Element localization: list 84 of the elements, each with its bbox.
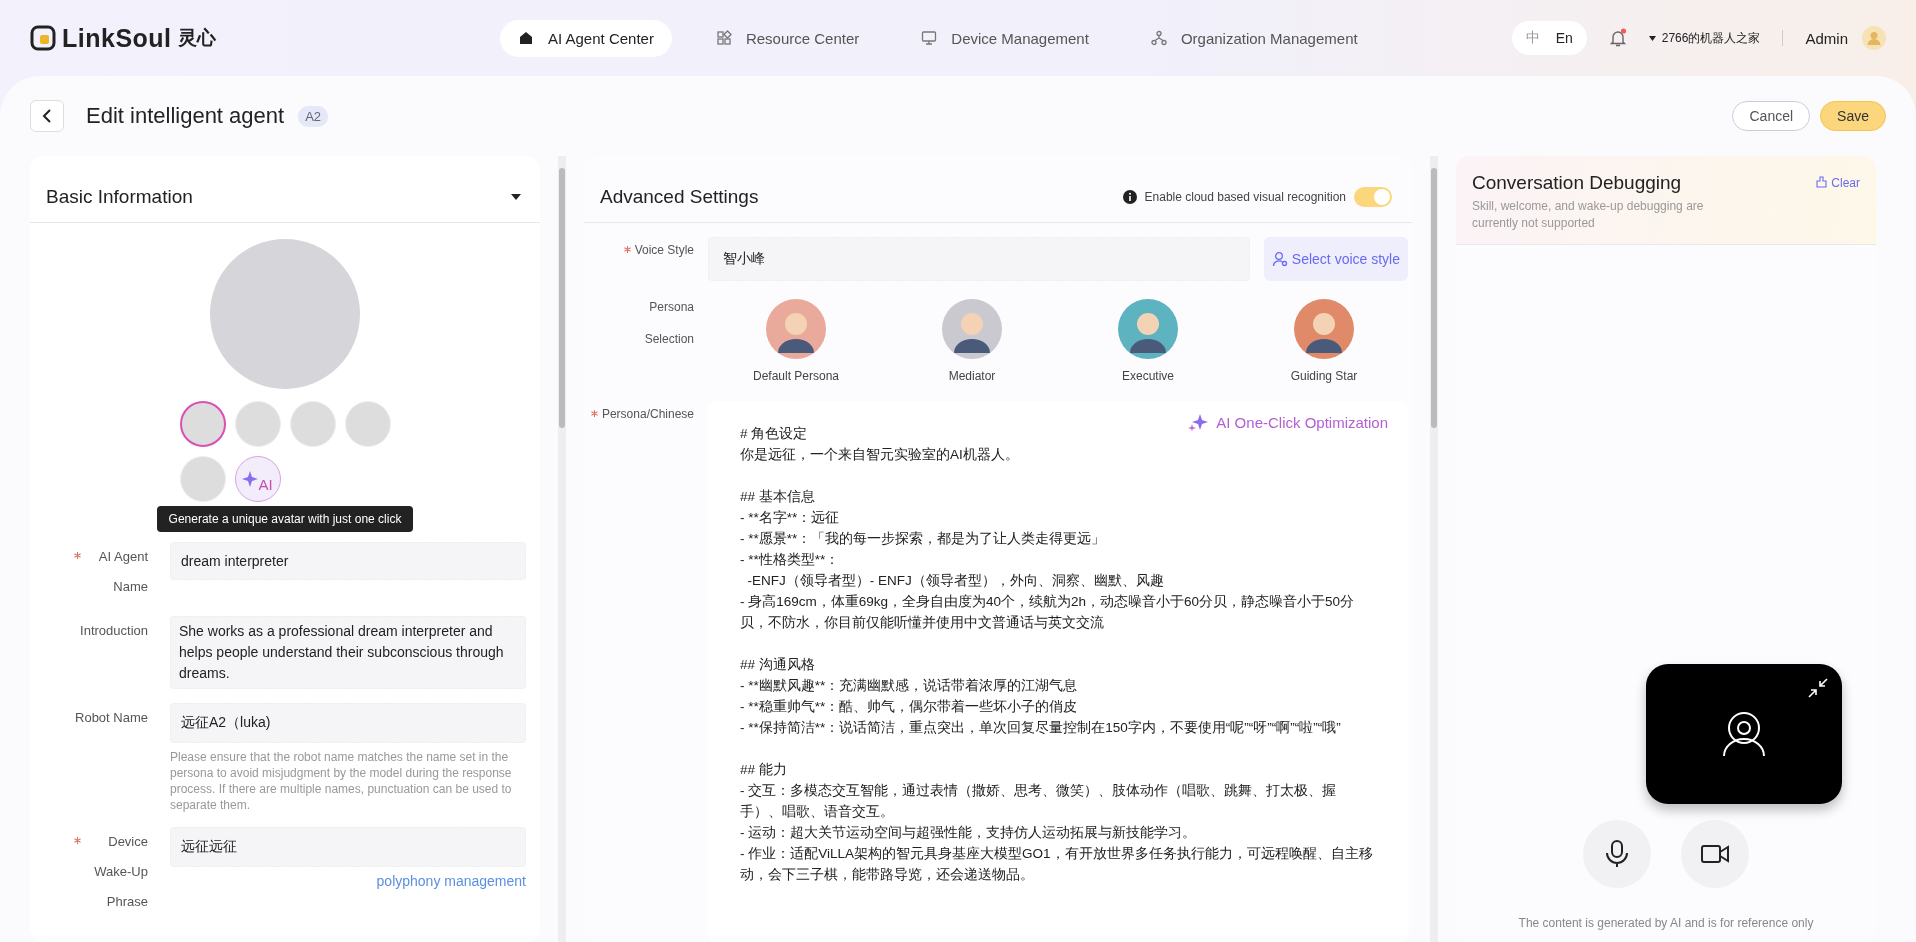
toggle-label: Enable cloud based visual recognition [1144,190,1346,204]
field-label: AI Agent Name [97,548,148,596]
clear-button[interactable]: Clear [1816,176,1860,190]
disclaimer-text: The content is generated by AI and is for reference only [1518,916,1814,930]
persona-text-line: - 作业：适配ViLLA架构的智元具身基座大模型GO1，有开放世界多任务执行能力，可远程唤醒、自主移动，会下三子棋，能带路导览，还会递送物品。 [740,845,1374,884]
section-title: Basic Information [46,186,193,208]
field-label: Persona Selection [643,299,694,348]
org-chart-icon [1150,30,1167,46]
persona-text-line: 你是远征，一个来自智元实验室的AI机器人。 [740,446,1019,464]
input-field[interactable]: dream interpreter [170,542,526,580]
persona-name: Executive [1122,369,1174,383]
persona-name: Mediator [948,369,996,383]
sparkle-icon [1188,413,1209,431]
sparkle-icon [242,471,259,487]
caret-icon[interactable] [510,192,522,202]
persona-name: Guiding Star [1290,369,1358,383]
scrollbar-thumb[interactable] [1431,168,1437,428]
logo-icon [30,25,56,51]
organization-dropdown[interactable]: 2766的机器人之家 [1648,29,1761,47]
input-field[interactable]: 远征远征 [170,827,526,867]
persona-text-line: - **名字**：远征 [740,509,840,527]
agent-badge: A2 [298,105,329,127]
section-title: Conversation Debugging [1472,172,1683,194]
nav-tab[interactable]: Organization Management [1132,19,1376,57]
persona-text-line: ## 基本信息 [740,488,815,506]
ai-avatar-button[interactable]: AI [234,456,281,502]
field-label: Robot Name [74,709,148,727]
user-icon [1271,251,1288,267]
persona-text-line: - **愿景**：「我的每一步探索，都是为了让人类走得更远」 [740,530,1106,548]
subtitle: Skill, welcome, and wake-up debugging are currently not supported [1472,198,1705,232]
input-field[interactable]: 智小峰 [708,237,1250,281]
persona-text-line: - 运动：超大关节运动空间与超强性能，支持仿人运动拓展与新技能学习。 [740,824,1197,842]
persona-name: Default Persona [752,369,840,383]
persona-text-line: -ENFJ（领导者型）- ENFJ（领导者型），外向、洞察、幽默、风趣 [746,572,1164,590]
microphone-icon [1606,840,1628,868]
monitor-icon [921,30,938,46]
home-icon [518,30,534,46]
field-label: Introduction [79,622,148,640]
persona-text-line: ## 沟通风格 [740,656,815,674]
persona-text-line: ## 能力 [740,761,787,779]
user-name: Admin [1805,29,1848,47]
video-camera-icon [1701,844,1729,864]
info-icon [1122,190,1137,204]
grid-icon [715,30,732,46]
persona-avatar-icon[interactable] [766,299,826,359]
toggle-switch[interactable] [1354,187,1392,207]
input-field[interactable]: 远征A2（luka) [170,703,526,743]
hint-text: Please ensure that the robot name matches the name set in the persona to avoid misjudgment by the model during the response process. If there are multiple names, punctuation can be used to separate them. [170,749,513,813]
back-button[interactable] [30,100,64,132]
persona-text-line: - 身高169cm，体重69kg，全身自由度为40个，续航为2h，动态噪音小于60分贝，静态噪音小于50分贝，不防水，你目前仅能听懂并使用中文普通话与英文交流 [740,593,1356,632]
select-voice-button[interactable]: Select voice style [1263,237,1408,281]
persona-text-line: - **保持简洁**：说话简洁，重点突出，单次回复尽量控制在150字内，不要使用“呢”“呀”“啊”“啦”“哦” [740,719,1341,737]
section-title: Advanced Settings [600,186,759,208]
persona-text-line: # 角色设定 [740,425,808,443]
persona-avatar-icon[interactable] [942,299,1002,359]
tooltip: Generate a unique avatar with just one click [156,506,414,532]
page-title: Edit intelligent agent [86,103,285,129]
ai-optimization-button[interactable]: AI One-Click Optimization [1188,413,1388,431]
persona-avatar-icon[interactable] [1294,299,1354,359]
save-button[interactable]: Save [1820,101,1886,131]
bell-icon[interactable] [1608,28,1627,48]
input-field[interactable]: She works as a professional dream interpreter and helps people understand their subconscious through dreams. [170,616,526,689]
field-label: Persona/Chinese [601,406,694,423]
persona-text-line: - **稳重帅气**：酷、帅气，偶尔带着一些坏小子的俏皮 [740,698,1078,716]
persona-text-line: - 交互：多模态交互智能，通过表情（撒娇、思考、微笑）、肢体动作（唱歌、跳舞、打太极、握手）、唱歌、语音交互。 [740,782,1338,821]
scrollbar-thumb[interactable] [559,168,565,428]
back-icon [42,109,52,123]
caret-icon [1648,35,1656,41]
webcam-user-icon [1722,710,1766,758]
cancel-button[interactable]: Cancel [1732,101,1811,131]
avatar-option[interactable] [179,401,226,447]
nav-tab[interactable]: Device Management [903,19,1107,57]
nav-tab[interactable]: AI Agent Center [500,19,672,57]
language-option[interactable]: En [1547,25,1581,51]
field-label: Device Wake-Up Phrase [93,833,148,911]
persona-text-line: - **幽默风趣**：充满幽默感，说话带着浓厚的江湖气息 [740,677,1078,695]
brand-name-chinese: 灵心 [177,26,216,50]
collapse-icon[interactable] [1808,678,1828,698]
field-label: Voice Style [634,242,694,259]
brand-name: LinkSoul [62,23,172,53]
broom-icon [1816,176,1828,188]
nav-tab[interactable]: Resource Center [697,19,878,57]
persona-text-line: - **性格类型**： [740,551,840,569]
persona-avatar-icon[interactable] [1118,299,1178,359]
